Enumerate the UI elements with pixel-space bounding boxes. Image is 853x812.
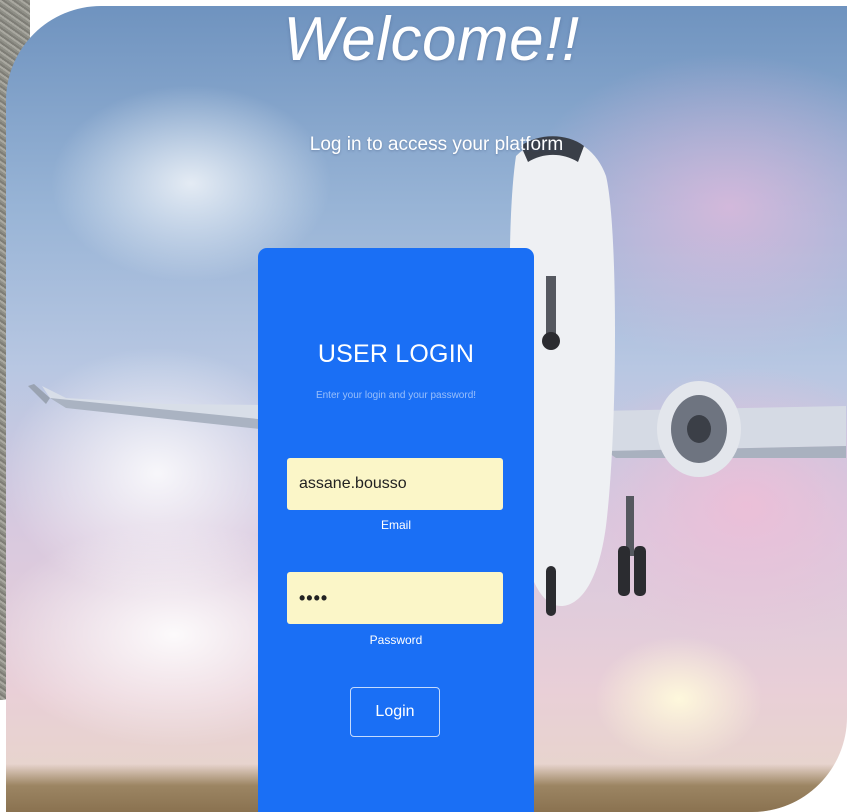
page-subtitle: Log in to access your platform: [309, 134, 564, 155]
login-button[interactable]: Login: [350, 687, 440, 737]
welcome-title: Welcome!!: [283, 5, 580, 74]
email-label: Email: [380, 518, 411, 532]
login-card: USER LOGIN Enter your login and your pas…: [258, 248, 534, 812]
login-title: USER LOGIN: [317, 340, 475, 368]
login-hint: Enter your login and your password!: [315, 390, 477, 401]
login-page: Welcome!! Log in to access your platform…: [0, 0, 853, 812]
password-label: Password: [369, 633, 423, 647]
password-input[interactable]: [287, 572, 503, 624]
email-input[interactable]: [287, 458, 503, 510]
